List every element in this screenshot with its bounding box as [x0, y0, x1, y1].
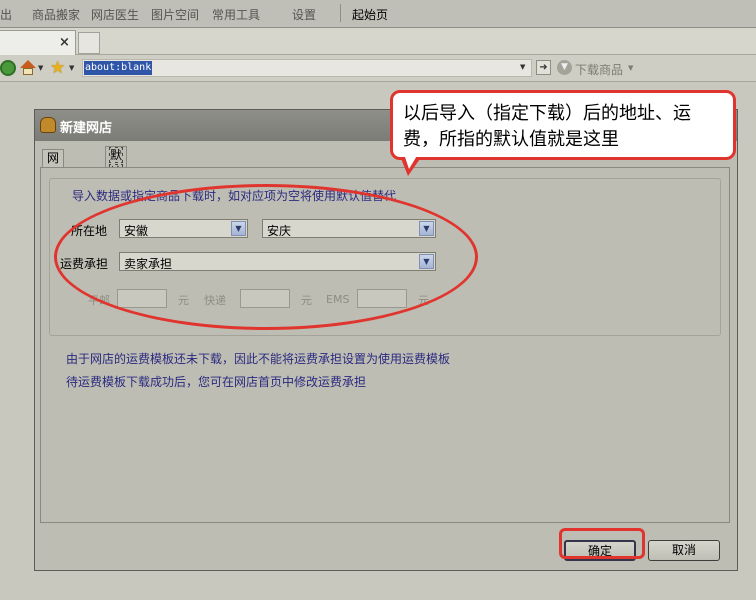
tab-shop-account[interactable]: 网店账号 — [42, 149, 65, 216]
chevron-down-icon[interactable]: ▼ — [628, 64, 633, 72]
browser-tab[interactable]: × — [0, 30, 76, 55]
menu-item-image-space[interactable]: 图片空间 — [151, 6, 199, 23]
cancel-button[interactable]: 取消 — [648, 540, 720, 561]
shipping-note-line2: 待运费模板下载成功后，您可在网店首页中修改运费承担 — [66, 375, 367, 389]
menu-item-move-goods[interactable]: 商品搬家 — [32, 6, 80, 23]
new-shop-dialog: 新建网店 网店账号 默认值 确定 取消 — [34, 109, 738, 571]
address-text: about:blank — [84, 61, 153, 75]
address-input[interactable]: about:blank — [82, 59, 532, 77]
menu-separator — [340, 4, 341, 22]
address-toolbar: ▼ ★ ▼ about:blank ▼ ➜ ▼ 下载商品 ▼ — [0, 55, 756, 82]
menu-item-start-page[interactable]: 起始页 — [352, 6, 388, 23]
annotation-ellipse — [54, 184, 478, 330]
chevron-down-icon[interactable]: ▼ — [520, 63, 525, 71]
dialog-title: 新建网店 — [60, 121, 113, 136]
chevron-down-icon[interactable]: ▼ — [38, 64, 43, 72]
home-icon[interactable] — [20, 60, 36, 76]
callout-line1: 以后导入（指定下载）后的地址、运 — [403, 103, 691, 124]
new-tab-button[interactable] — [78, 32, 100, 54]
go-button[interactable]: ➜ — [536, 60, 551, 75]
star-icon[interactable]: ★ — [50, 60, 66, 77]
browser-tabbar: × — [0, 28, 756, 55]
tab-defaults[interactable]: 默认值 — [105, 146, 128, 197]
shipping-note-line1: 由于网店的运费模板还未下载，因此不能将运费承担设置为使用运费模板 — [66, 352, 451, 366]
callout-line2: 费，所指的默认值就是这里 — [403, 129, 619, 150]
menu-item-tools[interactable]: 常用工具 — [212, 6, 260, 23]
close-icon[interactable]: × — [59, 35, 70, 50]
download-goods-label[interactable]: 下载商品 — [575, 61, 623, 78]
refresh-icon[interactable] — [0, 60, 16, 76]
menu-item-shop-doctor[interactable]: 网店医生 — [91, 6, 139, 23]
chevron-down-icon[interactable]: ▼ — [69, 64, 74, 72]
download-icon[interactable]: ▼ — [557, 60, 572, 75]
ok-button-highlight — [559, 528, 645, 559]
shop-bag-icon — [40, 117, 56, 133]
menu-item-exit[interactable]: 出 — [0, 6, 12, 23]
menu-item-settings[interactable]: 设置 — [292, 6, 316, 23]
annotation-callout: 以后导入（指定下载）后的地址、运 费，所指的默认值就是这里 — [390, 90, 736, 160]
callout-tail-inner — [404, 154, 418, 169]
top-menubar: 出 商品搬家 网店医生 图片空间 常用工具 设置 起始页 — [0, 0, 756, 28]
